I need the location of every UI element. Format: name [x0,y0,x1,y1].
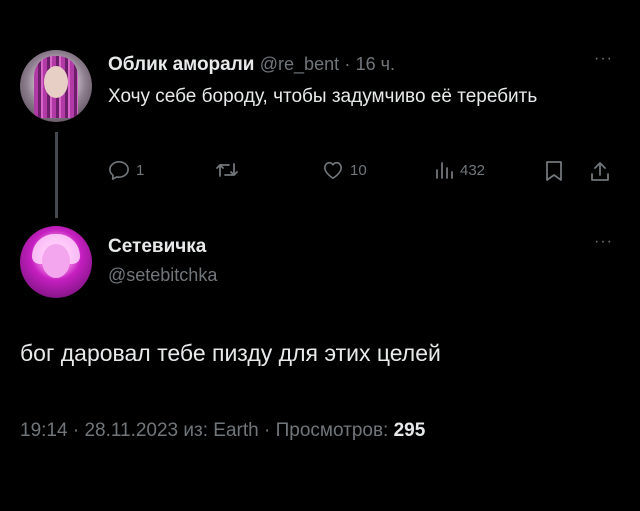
views-total[interactable]: 295 [394,420,426,441]
bookmark-icon [546,161,562,181]
tweet-source: Earth [213,420,259,441]
views-button[interactable]: 432 [434,160,485,180]
tweet-meta-line: 19:14 · 28.11.2023 из: Earth · Просмотро… [20,420,425,442]
like-button[interactable]: 10 [322,160,367,180]
avatar-face [44,66,68,98]
parent-tweet-text: Хочу себе бороду, чтобы задумчиво её тер… [108,86,538,107]
reply-button[interactable]: 1 [108,160,144,180]
reply-icon [109,161,129,180]
views-icon [436,162,453,179]
header-separator: · [344,54,351,74]
share-button[interactable] [590,160,610,182]
parent-timestamp[interactable]: 16 ч. [356,54,395,74]
avatar-setevichka[interactable] [20,226,92,298]
more-icon[interactable]: ··· [594,50,613,68]
reply-handle[interactable]: @setebitchka [108,265,217,286]
more-icon[interactable]: ··· [594,233,613,251]
reply-display-name[interactable]: Сетевичка [108,236,206,258]
thread-connector-line [55,132,58,218]
like-icon [324,161,342,179]
meta-separator: · [264,420,271,441]
meta-separator: · [72,420,80,441]
parent-handle[interactable]: @re_bent [260,54,339,74]
tweet-date[interactable]: 28.11.2023 [84,420,178,441]
retweet-button[interactable] [215,160,245,180]
avatar-face [42,244,70,278]
tweet-time[interactable]: 19:14 [20,420,68,441]
bookmark-button[interactable] [545,160,563,182]
source-prefix: из: [183,420,209,441]
like-count: 10 [350,161,367,179]
reply-tweet-text: бог даровал тебе пизду для этих целей [20,340,441,366]
retweet-icon [216,163,238,177]
avatar-oblik-amorali[interactable] [20,50,92,122]
parent-display-name[interactable]: Облик аморали [108,54,254,75]
views-label: Просмотров: [275,420,389,441]
views-count: 432 [460,161,486,179]
reply-count: 1 [136,161,145,179]
share-icon [591,162,609,181]
parent-tweet-header: Облик аморали @re_bent · 16 ч. [108,54,395,76]
